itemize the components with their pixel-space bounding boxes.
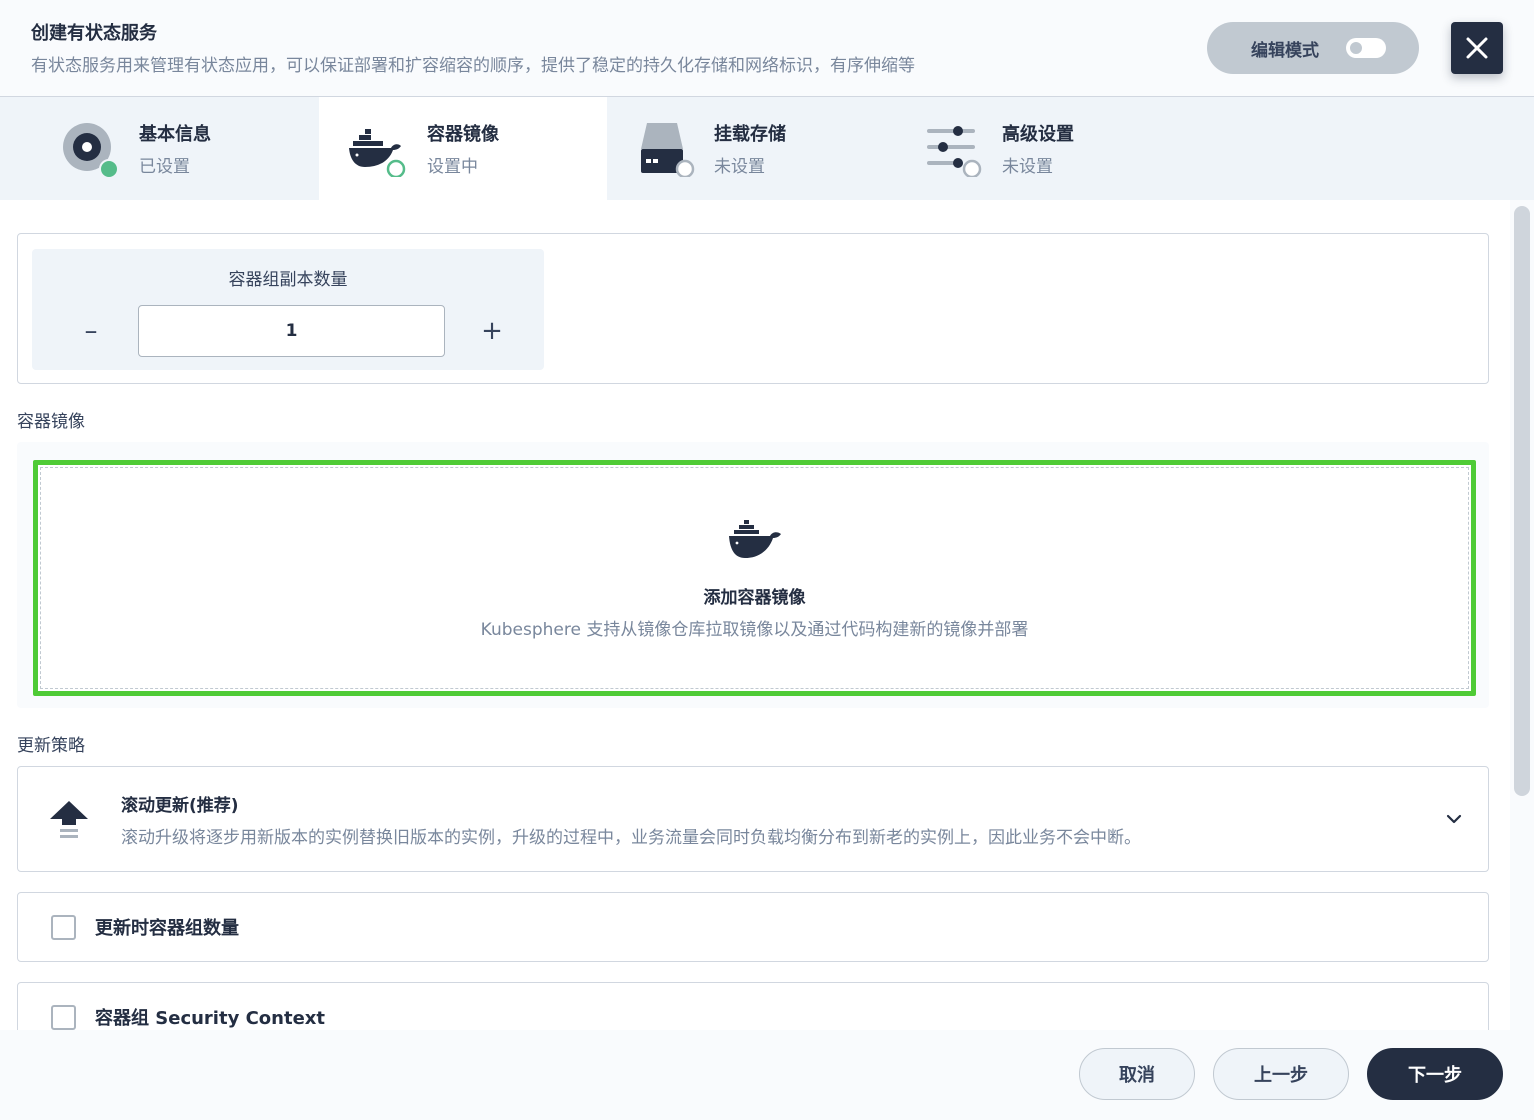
edit-mode-toggle[interactable]: 编辑模式 [1207,22,1419,74]
disk-icon [63,123,119,177]
wizard-steps: 基本信息 已设置 容器镜像 设置中 挂载存储 未设置 高级设置 未设置 [0,97,1534,200]
step-title: 基本信息 [139,124,211,145]
step-title: 挂载存储 [714,124,786,145]
modal-content: 容器组副本数量 – + 容器镜像 添加容器镜像 Kubesphere 支持从镜像… [0,200,1534,1030]
replica-count-input[interactable] [138,305,445,357]
strategy-description: 滚动升级将逐步用新版本的实例替换旧版本的实例，升级的过程中，业务流量会同时负载均… [121,828,1141,848]
modal-header: 创建有状态服务 有状态服务用来管理有状态应用，可以保证部署和扩容缩容的顺序，提供… [0,0,1534,97]
step-status: 设置中 [427,157,478,177]
close-icon [1466,37,1488,59]
modal-footer: 取消 上一步 下一步 [0,1030,1534,1120]
step-container-image[interactable]: 容器镜像 设置中 [319,97,607,200]
step-title: 高级设置 [1002,124,1074,145]
step-basic-info[interactable]: 基本信息 已设置 [0,97,288,200]
decrement-button[interactable]: – [71,305,111,357]
container-image-area: 添加容器镜像 Kubesphere 支持从镜像仓库拉取镜像以及通过代码构建新的镜… [17,442,1489,708]
update-pod-count-checkbox[interactable] [51,915,76,940]
option-security-context: 容器组 Security Context [17,982,1489,1030]
close-button[interactable] [1451,22,1503,74]
rolling-update-icon [50,801,88,838]
option-label: 更新时容器组数量 [95,918,239,939]
step-advanced-settings[interactable]: 高级设置 未设置 [895,97,1183,200]
step-status: 未设置 [714,157,765,177]
add-image-description: Kubesphere 支持从镜像仓库拉取镜像以及通过代码构建新的镜像并部署 [480,620,1029,640]
step-mount-storage[interactable]: 挂载存储 未设置 [607,97,895,200]
security-context-checkbox[interactable] [51,1005,76,1030]
add-container-image-button[interactable]: 添加容器镜像 Kubesphere 支持从镜像仓库拉取镜像以及通过代码构建新的镜… [33,460,1476,696]
toggle-switch[interactable] [1346,38,1386,58]
docker-icon [349,129,406,177]
replica-count-label: 容器组副本数量 [228,270,348,290]
previous-step-button[interactable]: 上一步 [1213,1048,1349,1100]
docker-icon [729,520,781,558]
option-update-pod-count: 更新时容器组数量 [17,892,1489,962]
step-title: 容器镜像 [427,124,499,145]
update-strategy-select[interactable]: 滚动更新(推荐) 滚动升级将逐步用新版本的实例替换旧版本的实例，升级的过程中，业… [17,766,1489,872]
container-image-section-label: 容器镜像 [17,412,85,432]
toggle-knob [1348,40,1364,56]
option-label: 容器组 Security Context [95,1008,325,1029]
modal-title: 创建有状态服务 [31,23,157,44]
replica-card: 容器组副本数量 – + [17,233,1489,384]
cancel-button[interactable]: 取消 [1079,1048,1195,1100]
storage-icon [641,123,695,177]
modal-description: 有状态服务用来管理有状态应用，可以保证部署和扩容缩容的顺序，提供了稳定的持久化存… [31,56,915,76]
dashed-border [40,467,1469,689]
increment-button[interactable]: + [472,305,512,357]
scrollbar-thumb[interactable] [1514,206,1530,796]
strategy-title: 滚动更新(推荐) [121,796,239,816]
next-step-button[interactable]: 下一步 [1367,1048,1503,1100]
sliders-icon [927,126,982,177]
add-image-title: 添加容器镜像 [703,588,806,608]
step-status: 未设置 [1002,157,1053,177]
update-strategy-section-label: 更新策略 [17,736,85,756]
step-status: 已设置 [139,157,190,177]
replica-count-box: 容器组副本数量 – + [32,249,544,370]
edit-mode-label: 编辑模式 [1251,41,1319,61]
chevron-down-icon [1446,814,1462,824]
